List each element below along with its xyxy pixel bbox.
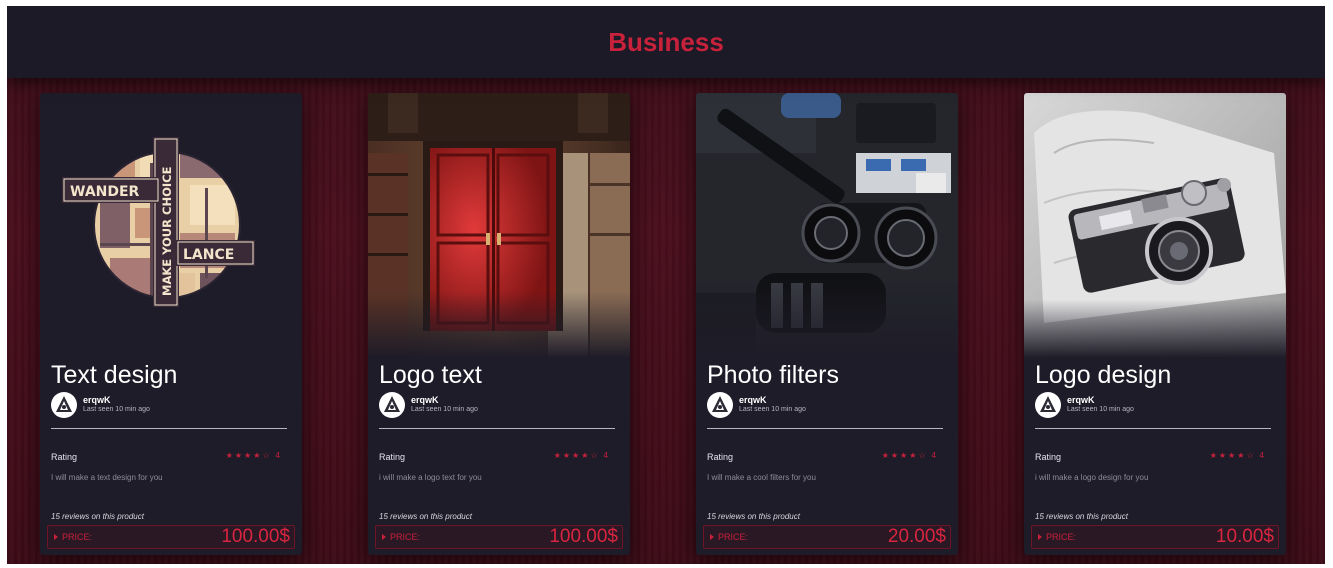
seller-name[interactable]: erqwK	[1067, 395, 1134, 405]
rating-label: Rating	[1035, 452, 1062, 462]
avatar[interactable]	[1035, 392, 1061, 418]
product-card-logo-design[interactable]: Logo design erqwK Last seen 10 min ago R…	[1024, 93, 1286, 555]
seller-info[interactable]: erqwK Last seen 10 min ago	[1035, 392, 1134, 418]
rating-stars-icon: ★★★★☆ 4	[225, 451, 280, 460]
seller-info[interactable]: erqwK Last seen 10 min ago	[707, 392, 806, 418]
rating-stars-icon: ★★★★☆ 4	[553, 451, 608, 460]
product-card-text-design[interactable]: MAKE YOUR CHOICE WANDER LANCE Text desig…	[40, 93, 302, 555]
divider	[379, 428, 615, 429]
card-title[interactable]: Logo design	[1035, 361, 1171, 390]
rating-label: Rating	[707, 452, 734, 462]
svg-text:WANDER: WANDER	[70, 184, 140, 200]
seller-name[interactable]: erqwK	[83, 395, 150, 405]
price-value: 100.00$	[549, 526, 618, 547]
wanderlance-logo-image[interactable]: MAKE YOUR CHOICE WANDER LANCE	[40, 93, 302, 358]
price-label: PRICE:	[718, 532, 749, 542]
page-header: Business	[7, 6, 1325, 78]
price-value: 20.00$	[887, 526, 946, 547]
seller-info[interactable]: erqwK Last seen 10 min ago	[51, 392, 150, 418]
price-value: 10.00$	[1215, 526, 1274, 547]
price-button[interactable]: PRICE: 100.00$	[47, 525, 295, 549]
reviews-count: 15 reviews on this product	[707, 512, 800, 521]
seller-status: Last seen 10 min ago	[83, 406, 150, 413]
divider	[1035, 428, 1271, 429]
red-door-photo[interactable]	[368, 93, 630, 358]
triangle-right-icon	[54, 534, 58, 540]
triangle-right-icon	[710, 534, 714, 540]
triangle-right-icon	[382, 534, 386, 540]
rating-value: 4	[1259, 451, 1264, 460]
rating-value: 4	[603, 451, 608, 460]
avatar[interactable]	[51, 392, 77, 418]
price-button[interactable]: PRICE: 100.00$	[375, 525, 623, 549]
product-card-photo-filters[interactable]: Photo filters erqwK Last seen 10 min ago…	[696, 93, 958, 555]
product-card-logo-text[interactable]: Logo text erqwK Last seen 10 min ago Rat…	[368, 93, 630, 555]
seller-name[interactable]: erqwK	[739, 395, 806, 405]
divider	[707, 428, 943, 429]
card-title[interactable]: Text design	[51, 361, 177, 390]
card-description: I will make a cool filters for you	[707, 473, 816, 482]
price-button[interactable]: PRICE: 10.00$	[1031, 525, 1279, 549]
reviews-count: 15 reviews on this product	[1035, 512, 1128, 521]
price-button[interactable]: PRICE: 20.00$	[703, 525, 951, 549]
reviews-count: 15 reviews on this product	[379, 512, 472, 521]
page-title: Business	[608, 26, 724, 57]
page-frame: Business MAKE YOUR CHOICE WANDER LANCE T…	[7, 6, 1325, 564]
reviews-count: 15 reviews on this product	[51, 512, 144, 521]
rating-value: 4	[931, 451, 936, 460]
price-label: PRICE:	[62, 532, 93, 542]
seller-info[interactable]: erqwK Last seen 10 min ago	[379, 392, 478, 418]
seller-name[interactable]: erqwK	[411, 395, 478, 405]
rating-value: 4	[275, 451, 280, 460]
price-label: PRICE:	[390, 532, 421, 542]
avatar[interactable]	[707, 392, 733, 418]
svg-text:LANCE: LANCE	[183, 247, 234, 263]
seller-status: Last seen 10 min ago	[1067, 406, 1134, 413]
card-title[interactable]: Logo text	[379, 361, 482, 390]
camera-gear-photo[interactable]	[696, 93, 958, 358]
avatar[interactable]	[379, 392, 405, 418]
card-description: I will make a text design for you	[51, 473, 163, 482]
card-description: i will make a logo text for you	[379, 473, 482, 482]
rating-stars-icon: ★★★★☆ 4	[881, 451, 936, 460]
card-description: i will make a logo design for you	[1035, 473, 1149, 482]
price-value: 100.00$	[221, 526, 290, 547]
svg-text:MAKE YOUR CHOICE: MAKE YOUR CHOICE	[160, 166, 174, 296]
vintage-camera-photo[interactable]	[1024, 93, 1286, 358]
rating-label: Rating	[51, 452, 78, 462]
triangle-right-icon	[1038, 534, 1042, 540]
rating-stars-icon: ★★★★☆ 4	[1209, 451, 1264, 460]
divider	[51, 428, 287, 429]
rating-label: Rating	[379, 452, 406, 462]
seller-status: Last seen 10 min ago	[739, 406, 806, 413]
price-label: PRICE:	[1046, 532, 1077, 542]
seller-status: Last seen 10 min ago	[411, 406, 478, 413]
card-title[interactable]: Photo filters	[707, 361, 839, 390]
